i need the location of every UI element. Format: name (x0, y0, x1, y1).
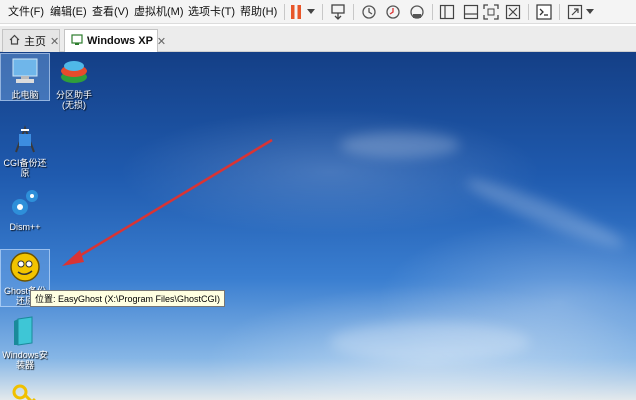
thumbnail-icon[interactable] (460, 3, 482, 21)
red-arrow-annotation (62, 138, 273, 266)
menu-vm[interactable]: 虚拟机(M) (134, 4, 184, 20)
stretch-icon[interactable] (564, 3, 586, 21)
tab-home[interactable]: 主页 ✕ (2, 29, 60, 52)
snapshot-revert-icon[interactable] (382, 3, 404, 21)
toolbar-separator (559, 4, 560, 20)
toolbar-separator (284, 4, 285, 20)
menu-edit[interactable]: 编辑(E) (50, 4, 87, 20)
close-icon[interactable]: ✕ (157, 35, 166, 48)
vm-icon (71, 33, 83, 49)
tab-windows-xp[interactable]: Windows XP ✕ (64, 29, 166, 52)
home-icon (9, 34, 20, 48)
close-icon[interactable]: ✕ (50, 35, 59, 48)
dropdown-icon[interactable] (304, 3, 318, 21)
dropdown-icon[interactable] (584, 3, 596, 21)
toolbar-separator (353, 4, 354, 20)
console-icon[interactable] (533, 3, 555, 21)
snapshot-manager-icon[interactable] (406, 3, 428, 21)
tab-windows-xp-label: Windows XP (87, 35, 153, 47)
menu-view[interactable]: 查看(V) (92, 4, 129, 20)
toolbar-separator (528, 4, 529, 20)
toolbar-separator (432, 4, 433, 20)
menu-tabs[interactable]: 选项卡(T) (188, 4, 235, 20)
sidebar-icon[interactable] (436, 3, 458, 21)
menu-bar: 文件(F) 编辑(E) 查看(V) 虚拟机(M) 选项卡(T) 帮助(H) (0, 0, 636, 24)
tab-home-label: 主页 (24, 36, 46, 48)
vm-desktop[interactable]: 此电脑 分区助手(无损) CGI备份还原 Dism++ Ghost备份还原 Wi… (0, 52, 636, 400)
menu-help[interactable]: 帮助(H) (240, 4, 277, 20)
unity-icon[interactable] (502, 3, 524, 21)
fullscreen-icon[interactable] (480, 3, 502, 21)
toolbar-separator (322, 4, 323, 20)
snapshot-icon[interactable] (358, 3, 380, 21)
menu-file[interactable]: 文件(F) (8, 4, 44, 20)
pause-icon[interactable] (288, 3, 304, 21)
tab-bar: 主页 ✕ Windows XP ✕ (0, 26, 636, 52)
send-keys-icon[interactable] (328, 3, 348, 21)
